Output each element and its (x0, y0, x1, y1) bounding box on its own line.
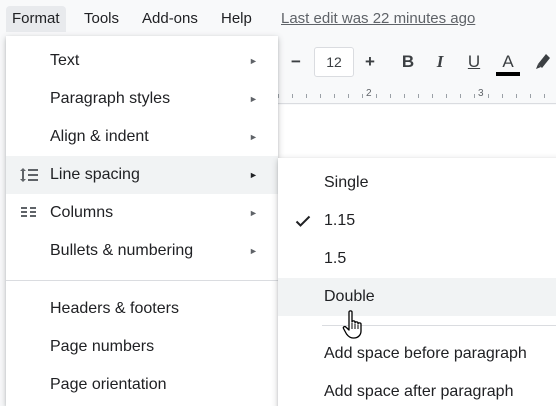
increase-font-size-button[interactable]: + (360, 48, 380, 76)
submenu-item-label: Add space after paragraph (324, 383, 514, 400)
last-edit-link[interactable]: Last edit was 22 minutes ago (281, 6, 475, 32)
submenu-item-label: Single (324, 174, 369, 191)
hand-pointer-cursor-icon (341, 309, 367, 341)
submenu-arrow-icon: ► (249, 94, 258, 104)
submenu-item-add-space-after[interactable]: Add space after paragraph (278, 373, 556, 406)
menu-item-label: Align & indent (50, 128, 149, 145)
menu-item-page-orientation[interactable]: Page orientation (6, 366, 278, 404)
submenu-item-double[interactable]: Double (278, 278, 556, 316)
underline-button[interactable]: U (462, 48, 486, 76)
submenu-arrow-icon: ► (249, 170, 258, 180)
menu-help[interactable]: Help (215, 6, 258, 32)
menu-item-label: Page orientation (50, 376, 167, 393)
font-size-input[interactable]: 12 (314, 47, 354, 77)
menu-item-page-numbers[interactable]: Page numbers (6, 328, 278, 366)
columns-icon (20, 204, 38, 222)
submenu-arrow-icon: ► (249, 208, 258, 218)
ruler-label: 2 (364, 88, 374, 99)
menu-item-label: Headers & footers (50, 300, 179, 317)
menu-bar: Format Tools Add-ons Help Last edit was … (0, 0, 556, 36)
submenu-item-1-5[interactable]: 1.5 (278, 240, 556, 278)
checkmark-icon (295, 213, 311, 229)
menu-item-headers-footers[interactable]: Headers & footers (6, 290, 278, 328)
menu-item-text[interactable]: Text ► (6, 42, 278, 80)
submenu-arrow-icon: ► (249, 56, 258, 66)
menu-item-label: Bullets & numbering (50, 242, 194, 259)
menu-add-ons[interactable]: Add-ons (136, 6, 204, 32)
submenu-arrow-icon: ► (249, 246, 258, 256)
menu-item-label: Line spacing (50, 166, 140, 183)
bold-button[interactable]: B (396, 48, 420, 76)
menu-format[interactable]: Format (6, 6, 66, 32)
menu-item-label: Text (50, 52, 80, 69)
toolbar: − 12 + B I U A (278, 36, 556, 88)
submenu-item-label: 1.15 (324, 212, 356, 229)
submenu-item-add-space-before[interactable]: Add space before paragraph (278, 335, 556, 373)
line-spacing-icon (20, 166, 38, 184)
menu-divider (6, 280, 278, 281)
submenu-item-single[interactable]: Single (278, 164, 556, 202)
ruler-ticks (278, 94, 556, 98)
decrease-font-size-button[interactable]: − (286, 48, 306, 76)
text-color-swatch (496, 72, 520, 76)
menu-item-label: Columns (50, 204, 114, 221)
menu-tools[interactable]: Tools (78, 6, 125, 32)
menu-item-label: Paragraph styles (50, 90, 171, 107)
ruler-label: 3 (476, 88, 486, 99)
menu-item-columns[interactable]: Columns ► (6, 194, 278, 232)
submenu-item-1-15[interactable]: 1.15 (278, 202, 556, 240)
submenu-item-label: 1.5 (324, 250, 347, 267)
menu-item-label: Page numbers (50, 338, 155, 355)
menu-item-bullets-numbering[interactable]: Bullets & numbering ► (6, 232, 278, 270)
ruler: 2 3 (278, 88, 556, 104)
format-menu: Text ► Paragraph styles ► Align & indent… (6, 36, 278, 406)
menu-item-align-indent[interactable]: Align & indent ► (6, 118, 278, 156)
menu-item-line-spacing[interactable]: Line spacing ► (6, 156, 278, 194)
italic-button[interactable]: I (428, 48, 452, 76)
line-spacing-submenu: Single 1.15 1.5 Double Add space before … (278, 158, 556, 406)
menu-item-paragraph-styles[interactable]: Paragraph styles ► (6, 80, 278, 118)
submenu-arrow-icon: ► (249, 132, 258, 142)
highlighter-icon[interactable] (534, 50, 554, 72)
